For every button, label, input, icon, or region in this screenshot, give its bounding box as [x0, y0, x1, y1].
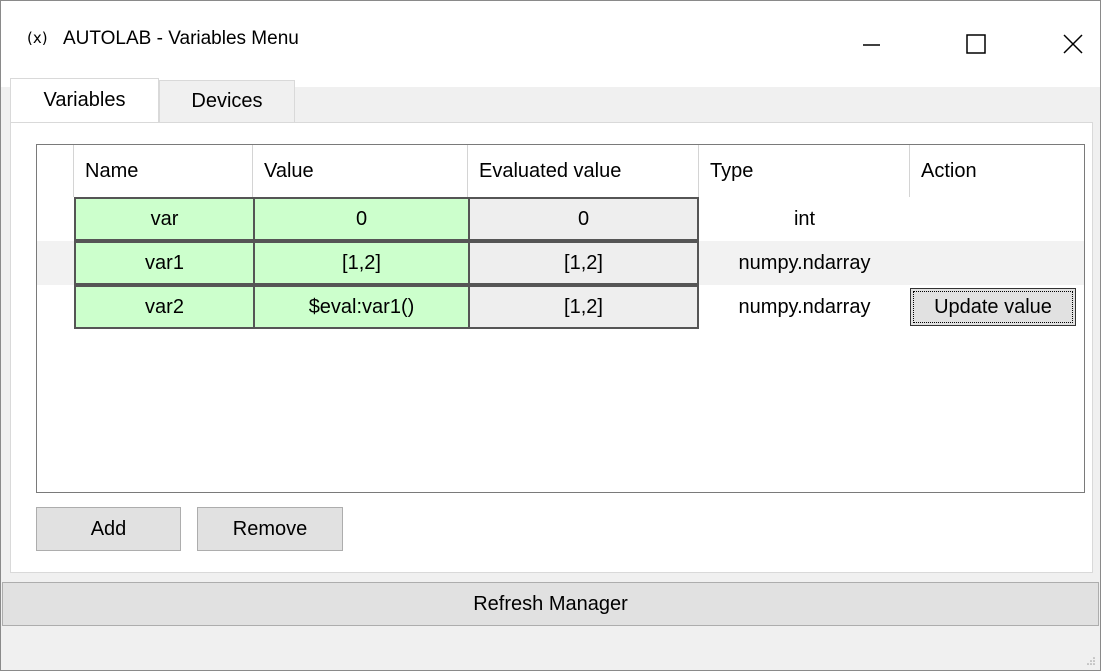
- column-header-type[interactable]: Type: [699, 145, 910, 197]
- type-cell: numpy.ndarray: [738, 251, 871, 274]
- type-cell: numpy.ndarray: [738, 295, 871, 318]
- evaluated-cell: [1,2]: [468, 285, 699, 329]
- evaluated-cell: 0: [468, 197, 699, 241]
- type-cell: int: [793, 207, 816, 230]
- maximize-icon: [966, 34, 986, 54]
- column-header-evaluated[interactable]: Evaluated value: [468, 145, 699, 197]
- title-bar: (x) AUTOLAB - Variables Menu: [1, 1, 1100, 87]
- add-button[interactable]: Add: [36, 507, 181, 551]
- column-header-action[interactable]: Action: [910, 145, 1085, 197]
- table-row: var1 [1,2] [1,2] numpy.ndarray: [37, 241, 1084, 285]
- tab-variables[interactable]: Variables: [10, 78, 159, 122]
- table-row: var 0 0 int: [37, 197, 1084, 241]
- resize-grip-icon[interactable]: [1086, 656, 1096, 666]
- name-cell[interactable]: var: [74, 197, 255, 241]
- close-icon: [1063, 34, 1083, 54]
- minimize-icon: [863, 44, 880, 46]
- tab-devices[interactable]: Devices: [159, 80, 295, 122]
- refresh-manager-button[interactable]: Refresh Manager: [2, 582, 1099, 626]
- variables-table: Name Value Evaluated value Type Action v…: [36, 144, 1085, 493]
- column-header-name[interactable]: Name: [74, 145, 253, 197]
- value-cell[interactable]: 0: [253, 197, 470, 241]
- name-cell[interactable]: var2: [74, 285, 255, 329]
- close-button[interactable]: [1028, 1, 1101, 87]
- table-header: Name Value Evaluated value Type Action: [37, 145, 1084, 197]
- window-title: AUTOLAB - Variables Menu: [63, 28, 299, 49]
- row-header-corner: [37, 145, 74, 197]
- value-cell[interactable]: $eval:var1(): [253, 285, 470, 329]
- minimize-button[interactable]: [826, 1, 916, 87]
- table-row: var2 $eval:var1() [1,2] numpy.ndarray Up…: [37, 285, 1084, 329]
- update-value-button[interactable]: Update value: [910, 288, 1076, 326]
- evaluated-cell: [1,2]: [468, 241, 699, 285]
- value-cell[interactable]: [1,2]: [253, 241, 470, 285]
- variables-window: (x) AUTOLAB - Variables Menu Variables D…: [0, 0, 1101, 671]
- maximize-button[interactable]: [931, 1, 1021, 87]
- variables-panel: Name Value Evaluated value Type Action v…: [10, 122, 1093, 573]
- app-icon: (x): [27, 29, 48, 47]
- name-cell[interactable]: var1: [74, 241, 255, 285]
- remove-button[interactable]: Remove: [197, 507, 343, 551]
- column-header-value[interactable]: Value: [253, 145, 468, 197]
